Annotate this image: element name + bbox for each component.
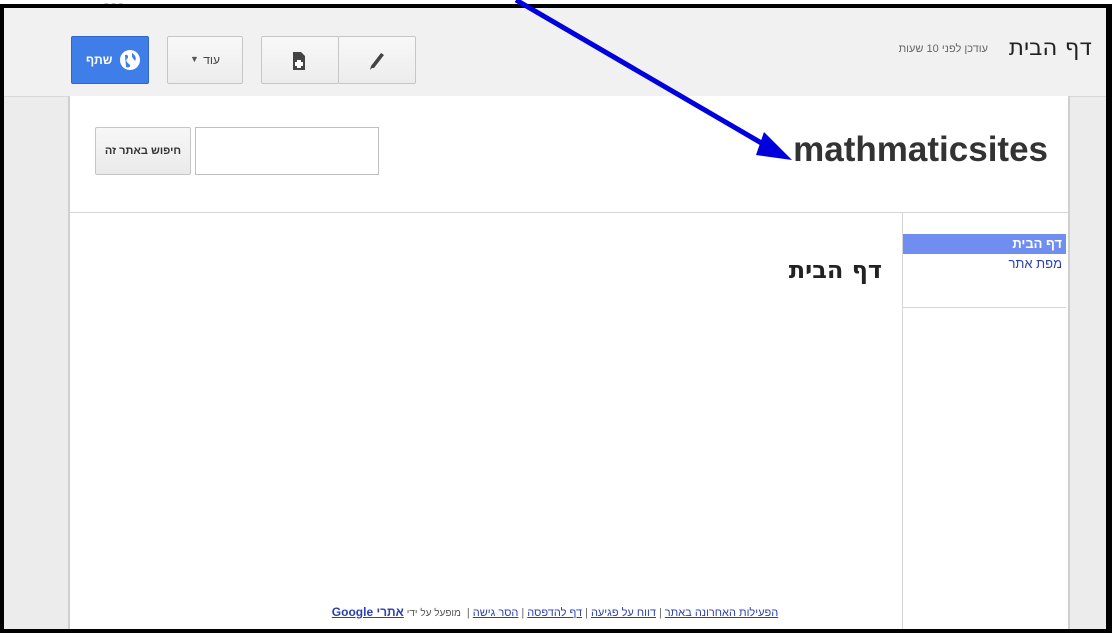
share-label: שתף bbox=[86, 53, 113, 67]
edit-page-button[interactable] bbox=[338, 36, 416, 84]
footer-separator: | bbox=[658, 607, 662, 619]
share-button[interactable]: שתף bbox=[71, 36, 149, 84]
search-input[interactable] bbox=[195, 127, 379, 175]
edit-toolbar: דף הבית עודכן לפני 10 שעות עוד ▼ שתף bbox=[4, 8, 1106, 97]
powered-by-text: מופעל על ידי bbox=[406, 608, 461, 619]
sidebar: דף הבית מפת אתר bbox=[903, 212, 1066, 629]
sidebar-item-home[interactable]: דף הבית bbox=[903, 234, 1066, 254]
last-updated-text: עודכן לפני 10 שעות bbox=[898, 43, 988, 55]
site-footer: הפעילות האחרונה באתר|דווח על פגיעה|דף לה… bbox=[4, 605, 1106, 619]
footer-link-remove-access[interactable]: הסר גישה bbox=[473, 607, 519, 619]
footer-link-report-abuse[interactable]: דווח על פגיעה bbox=[591, 607, 656, 619]
footer-link-recent-activity[interactable]: הפעילות האחרונה באתר bbox=[665, 607, 778, 619]
pencil-icon bbox=[370, 53, 384, 70]
footer-separator: | bbox=[585, 607, 588, 619]
more-menu-button[interactable]: עוד ▼ bbox=[167, 36, 243, 84]
footer-separator: | bbox=[521, 607, 525, 619]
search-site-button[interactable]: חיפוש באתר זה bbox=[95, 127, 191, 175]
new-page-icon bbox=[293, 52, 305, 70]
new-page-button[interactable] bbox=[261, 36, 339, 84]
site-page: mathmaticsites חיפוש באתר זה דף הבית מפת… bbox=[68, 96, 1070, 629]
google-sites-link[interactable]: אתרי Google bbox=[332, 605, 404, 619]
footer-separator: | bbox=[466, 607, 470, 619]
sidebar-divider bbox=[903, 307, 1066, 308]
main-page-heading: דף הבית bbox=[788, 256, 882, 284]
sidebar-item-sitemap[interactable]: מפת אתר bbox=[903, 254, 1066, 274]
site-header: mathmaticsites חיפוש באתר זה bbox=[70, 96, 1068, 213]
chevron-down-icon: ▼ bbox=[190, 54, 199, 64]
footer-link-print-page[interactable]: דף להדפסה bbox=[527, 607, 582, 619]
page-title: דף הבית bbox=[1008, 35, 1092, 61]
sidebar-nav: דף הבית מפת אתר bbox=[903, 234, 1066, 274]
globe-icon bbox=[120, 50, 140, 70]
more-label: עוד bbox=[203, 53, 220, 67]
site-name[interactable]: mathmaticsites bbox=[793, 130, 1048, 170]
browser-frame: דף הבית עודכן לפני 10 שעות עוד ▼ שתף mat… bbox=[0, 4, 1112, 633]
